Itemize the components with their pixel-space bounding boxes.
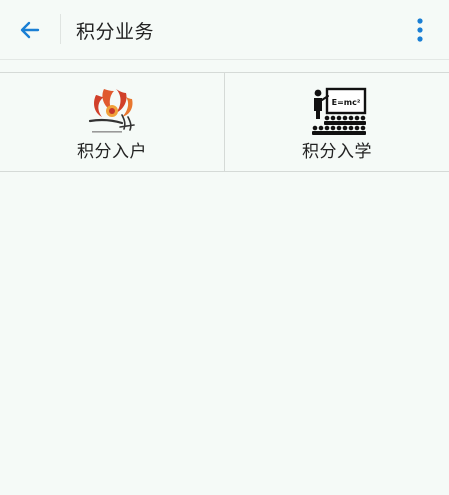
household-logo-icon: [88, 89, 135, 133]
blackboard-formula: E=mc²: [332, 98, 361, 107]
tile-label: 积分入户: [77, 142, 147, 162]
tile-household-points[interactable]: 积分入户: [0, 73, 224, 171]
more-vertical-icon: [417, 18, 423, 42]
title-divider: [60, 14, 61, 44]
arrow-left-icon: [20, 21, 40, 39]
page-title: 积分业务: [76, 21, 155, 43]
tile-label: 积分入学: [302, 142, 372, 162]
business-grid: 积分入户 E=mc² 积分入学: [0, 72, 449, 172]
app-bar: 积分业务: [0, 0, 449, 60]
more-options-button[interactable]: [404, 14, 436, 46]
back-button[interactable]: [12, 14, 48, 46]
classroom-teacher-icon: E=mc²: [312, 87, 367, 135]
tile-school-points[interactable]: E=mc² 积分入学: [224, 73, 449, 171]
